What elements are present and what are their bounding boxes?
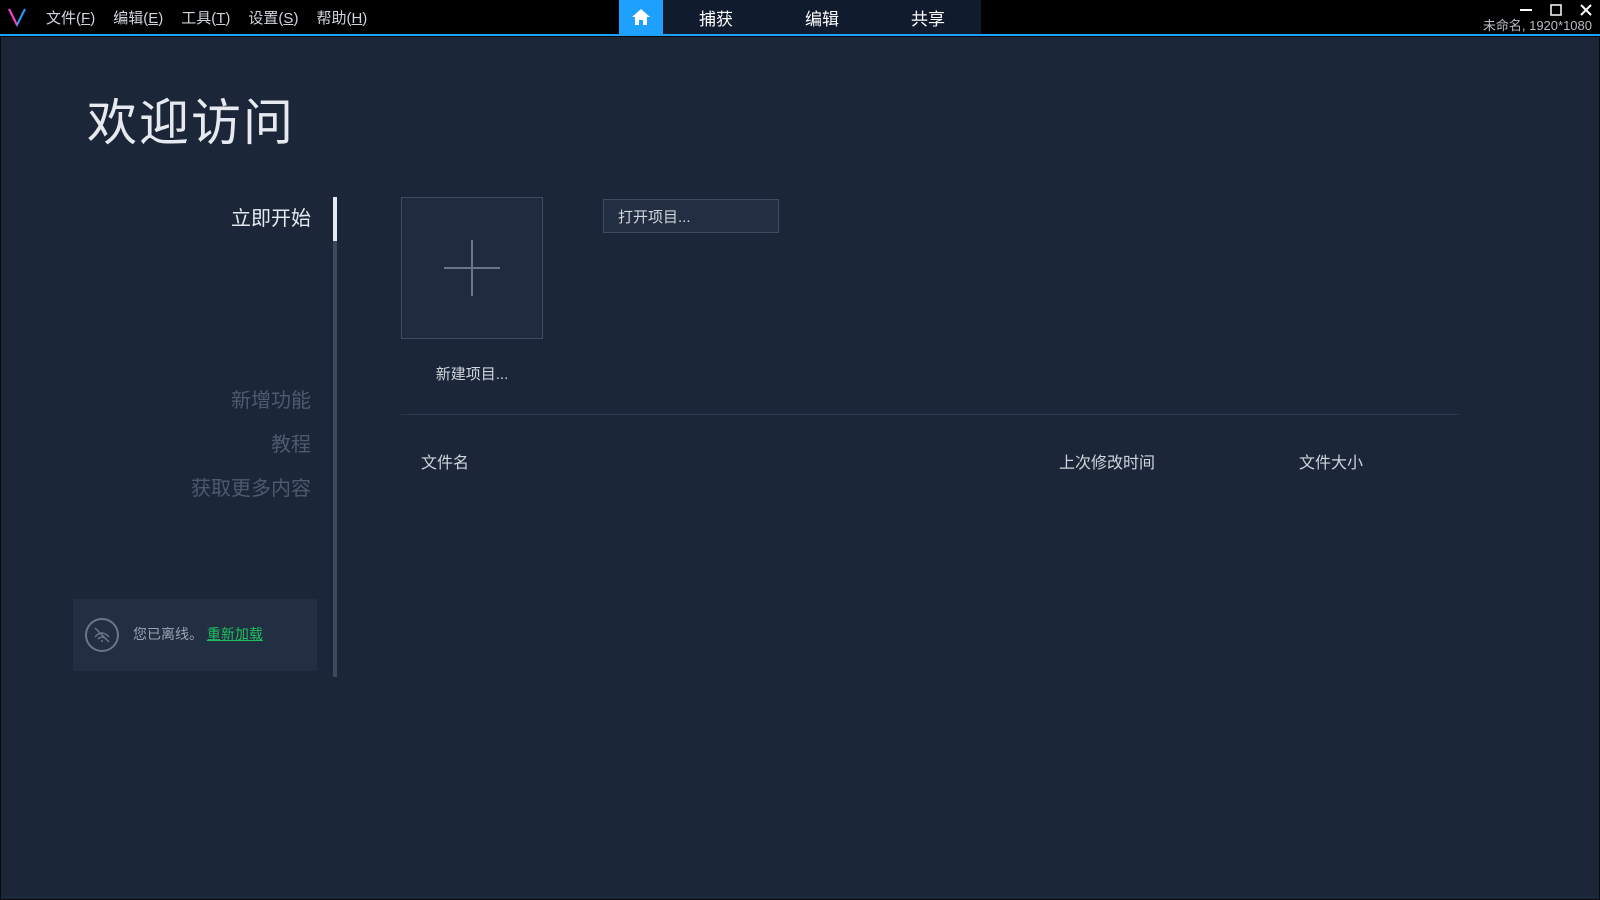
- offline-text: 您已离线。 重新加载: [133, 625, 263, 645]
- col-filename: 文件名: [401, 449, 1059, 473]
- tab-edit[interactable]: 编辑: [769, 0, 875, 34]
- offline-icon: [85, 618, 119, 652]
- start-panel: 新建项目... 打开项目... 文件名 上次修改时间 文件大小: [401, 197, 1459, 859]
- new-project-label: 新建项目...: [436, 363, 509, 384]
- col-modified: 上次修改时间: [1059, 449, 1299, 473]
- open-project-button[interactable]: 打开项目...: [603, 199, 779, 233]
- nav-separator: [333, 197, 337, 677]
- menu-edit[interactable]: 编辑(E): [113, 7, 163, 28]
- recent-table-header: 文件名 上次修改时间 文件大小: [401, 449, 1459, 473]
- nav-get-more[interactable]: 获取更多内容: [1, 467, 341, 511]
- offline-notice: 您已离线。 重新加载: [73, 599, 317, 671]
- title-bar: 文件(F) 编辑(E) 工具(T) 设置(S) 帮助(H) 捕获 编辑 共享 未…: [0, 0, 1600, 34]
- menu-bar: 文件(F) 编辑(E) 工具(T) 设置(S) 帮助(H): [46, 7, 367, 28]
- tab-home[interactable]: [619, 0, 663, 34]
- reload-link[interactable]: 重新加载: [207, 626, 263, 642]
- menu-settings[interactable]: 设置(S): [248, 7, 298, 28]
- app-logo: [0, 0, 34, 34]
- menu-tools[interactable]: 工具(T): [181, 7, 230, 28]
- nav-whats-new[interactable]: 新增功能: [1, 379, 341, 423]
- new-project-tile[interactable]: 新建项目...: [401, 197, 543, 384]
- home-icon: [631, 8, 651, 26]
- col-size: 文件大小: [1299, 449, 1459, 473]
- plus-icon: [444, 240, 500, 296]
- main-area: 欢迎访问 立即开始 新增功能 教程 获取更多内容 您已离线。 重新加载: [0, 36, 1600, 900]
- nav-tutorials[interactable]: 教程: [1, 423, 341, 467]
- mode-tabs: 捕获 编辑 共享: [619, 0, 981, 34]
- project-status: 未命名, 1920*1080: [1483, 15, 1592, 34]
- divider: [401, 414, 1459, 415]
- page-title: 欢迎访问: [87, 83, 295, 155]
- new-project-box[interactable]: [401, 197, 543, 339]
- menu-help[interactable]: 帮助(H): [316, 7, 367, 28]
- nav-start[interactable]: 立即开始: [1, 197, 341, 241]
- tab-share[interactable]: 共享: [875, 0, 981, 34]
- menu-file[interactable]: 文件(F): [46, 7, 95, 28]
- tab-capture[interactable]: 捕获: [663, 0, 769, 34]
